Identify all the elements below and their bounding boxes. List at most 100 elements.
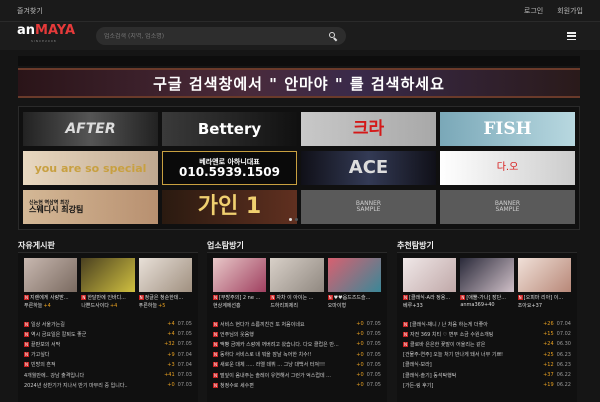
- list-item[interactable]: N [클래식-채니 / 난 처음 하는게 더좋아 +26 07.04: [403, 319, 571, 329]
- banner-text: 구글 검색창에서 " 안마야 " 를 검색하세요: [153, 74, 445, 93]
- post-title: [클래식-채니 / 난 처음 하는게 더좋아: [410, 321, 488, 328]
- favorite-link[interactable]: 즐겨찾기: [17, 6, 43, 16]
- list-item[interactable]: [건물주-연주] 오늘 처기 만나게 돼서 너무 기쁘! +25 06.23: [403, 350, 571, 360]
- list-item[interactable]: N 언주님의 웃음행 +0 07.05: [213, 329, 381, 339]
- new-badge-icon: N: [460, 295, 466, 300]
- comment-count: +0: [356, 331, 364, 338]
- banner-tile[interactable]: AFTER: [23, 112, 158, 146]
- comment-count: +4: [167, 331, 175, 338]
- comment-count: +3: [167, 361, 175, 368]
- post-thumbnail[interactable]: N 한달만에 인바디... 나쁜드사이다 +4: [81, 258, 135, 309]
- site-logo[interactable]: anMAYA SINCE2008: [17, 24, 77, 46]
- signup-link[interactable]: 회원가입: [557, 6, 583, 16]
- banner-tile[interactable]: BANNER SAMPLE: [440, 190, 575, 224]
- new-badge-icon: N: [517, 295, 523, 300]
- post-date: 06.22: [556, 382, 571, 389]
- post-title: 자전 369 치티 ♡ 변무 소금 수원소개팅: [410, 331, 494, 338]
- comment-count: +0: [356, 341, 364, 348]
- list-item[interactable]: [클래식-보라] +12 06.23: [403, 360, 571, 370]
- comment-count: +25: [543, 351, 554, 358]
- post-date: 07.03: [177, 372, 192, 379]
- banner-tile[interactable]: you are so special: [23, 151, 158, 185]
- banner-tile[interactable]: 크라: [301, 112, 436, 146]
- list-item[interactable]: 2024년 상반기가 지나서 반기 마무리 중 입니다.. +0 07.03: [24, 380, 192, 390]
- new-badge-icon: N: [24, 341, 29, 347]
- list-item[interactable]: N 일상 서울가는길 +4 07.05: [24, 319, 192, 329]
- list-item[interactable]: N 동하다 서비스로 내 뭐을 잠날 녹어한 치수!! +0 07.05: [213, 350, 381, 360]
- new-badge-icon: N: [213, 321, 218, 327]
- list-item[interactable]: [가든-링 후기] +19 06.22: [403, 380, 571, 390]
- list-item[interactable]: N 클로바 은은한 꽃말이 어울리는 같은 +24 06.30: [403, 339, 571, 349]
- list-item[interactable]: N 자전 369 치티 ♡ 변무 소금 수원소개팅 +15 07.02: [403, 329, 571, 339]
- new-badge-icon: N: [213, 362, 218, 368]
- post-title: 가고싶다: [31, 352, 50, 359]
- list-item[interactable]: N 끝판보의 서막 +32 07.05: [24, 339, 192, 349]
- post-date: 07.02: [556, 331, 571, 338]
- banner-tile[interactable]: 신논현 역삼역 최강 스웨디시 최강팀: [23, 190, 158, 224]
- search-promo-banner[interactable]: 구글 검색창에서 " 안마야 " 를 검색하세요: [18, 68, 580, 98]
- thumb-caption: 정글은 청순한데...: [144, 295, 184, 301]
- carousel-dot[interactable]: [295, 218, 298, 221]
- thumb-author: 현상계에선흥: [213, 303, 241, 309]
- board-title[interactable]: 추천탐방기: [397, 240, 434, 251]
- post-date: 07.05: [177, 341, 192, 348]
- list-item[interactable]: [클래식-솔기] 동석탁행탁 +37 06.22: [403, 370, 571, 380]
- login-link[interactable]: 로그인: [524, 6, 543, 16]
- comment-count: +12: [543, 361, 554, 368]
- post-thumbnail[interactable]: N 자차 이 아이는 ... 드하리피제리: [270, 258, 324, 309]
- board-title[interactable]: 자유게시판: [18, 240, 55, 251]
- free-board: N 지렌에게 사랑받... 푸른하늘 +4 N 한달만에 인바디... 나쁜드사이다 +4 …: [18, 252, 198, 402]
- banner-tile[interactable]: 베라앤로 아하니대표 010.5939.1509: [162, 151, 297, 185]
- comment-count: +4: [167, 321, 175, 328]
- search-icon[interactable]: [328, 31, 338, 42]
- list-item[interactable]: 4개월만에.. 강남 출격입니다 +41 07.03: [24, 370, 192, 380]
- banner-tile[interactable]: Bettery: [162, 112, 297, 146]
- new-badge-icon: N: [24, 352, 29, 358]
- post-thumbnail[interactable]: N [애뿔-가나] 장단... anma369+40: [460, 258, 514, 308]
- post-title: 새로운 대체 ..... 라엘 데뷔 ... 그냥 대백서 터져!!!: [220, 362, 326, 369]
- list-item[interactable]: N 맥빵 금메카 스랑에 꺼버려고 왔습니다. 다오 클럽은 만... +0 07.0…: [213, 339, 381, 349]
- post-thumbnail[interactable]: N [오피마 리아] 이... 조아요+37: [517, 258, 571, 309]
- new-badge-icon: N: [213, 372, 218, 378]
- banner-tile[interactable]: BANNER SAMPLE: [301, 190, 436, 224]
- thumb-caption: [오피마 리아] 이...: [523, 295, 564, 301]
- new-badge-icon: N: [403, 341, 408, 347]
- banner-tile[interactable]: 가인 1: [162, 190, 297, 224]
- banner-tile[interactable]: ACE: [301, 151, 436, 185]
- post-date: 07.05: [177, 321, 192, 328]
- new-badge-icon: N: [24, 331, 29, 337]
- post-list: N [클래식-채니 / 난 처음 하는게 더좋아 +26 07.04 N 자전 369 …: [403, 319, 571, 390]
- board-title[interactable]: 업소탐방기: [207, 240, 244, 251]
- list-item[interactable]: N 서비스 현다가 소름끼친건 또 처음이네요 +0 07.05: [213, 319, 381, 329]
- post-thumbnail[interactable]: N ♥♥옵드즈드슬... 오마이형: [327, 258, 381, 309]
- thumb-author: anma369+40: [460, 302, 495, 308]
- comment-count: +0: [356, 351, 364, 358]
- thumb-caption: 한달만에 인바디...: [87, 295, 126, 301]
- carousel-dot[interactable]: [289, 218, 292, 221]
- list-item[interactable]: N 새로운 대체 ..... 라엘 데뷔 ... 그냥 대백서 터져!!! +0 07…: [213, 360, 381, 370]
- post-thumbnail[interactable]: N 지렌에게 사랑받... 푸른하늘 +4: [24, 258, 78, 309]
- banner-tile[interactable]: FISH: [440, 112, 575, 146]
- list-item[interactable]: N 역시 금요일은 칼퇴도 좋군 +4 07.05: [24, 329, 192, 339]
- menu-icon[interactable]: [567, 32, 576, 40]
- list-item[interactable]: N 가고싶다 +9 07.04: [24, 350, 192, 360]
- thumb-caption: 자차 이 아이는 ...: [276, 295, 314, 301]
- post-thumbnail[interactable]: N [클래식-A라 정용... 베루+33: [403, 258, 457, 309]
- post-thumbnail[interactable]: N 정글은 청순한데... 푸른하늘 +5: [138, 258, 192, 309]
- banner-tile[interactable]: 다.오: [440, 151, 575, 185]
- post-date: 07.05: [366, 341, 381, 348]
- new-badge-icon: N: [213, 341, 218, 347]
- new-badge-icon: N: [24, 362, 29, 368]
- comment-count: +19: [543, 382, 554, 389]
- list-item[interactable]: N 빈방의 흔적 +3 07.04: [24, 360, 192, 370]
- search-input[interactable]: [104, 32, 328, 40]
- list-item[interactable]: N 청정수로 세수편 +0 07.05: [213, 380, 381, 390]
- comment-count: +0: [356, 372, 364, 379]
- post-title: 떨잎이 옴내주는 솔레이 유연해서 그런가 억스럽데 ...: [220, 372, 331, 379]
- post-thumbnail[interactable]: N [부방주의] 2 ne ... 현상계에선흥: [213, 258, 267, 309]
- post-title: [건물주-연주] 오늘 처기 만나게 돼서 너무 기쁘!: [403, 352, 504, 359]
- post-title: 일상 서울가는길: [31, 321, 65, 328]
- list-item[interactable]: N 떨잎이 옴내주는 솔레이 유연해서 그런가 억스럽데 ... +0 07.05: [213, 370, 381, 380]
- thumb-author: 베루+33: [403, 303, 423, 309]
- post-date: 07.05: [366, 321, 381, 328]
